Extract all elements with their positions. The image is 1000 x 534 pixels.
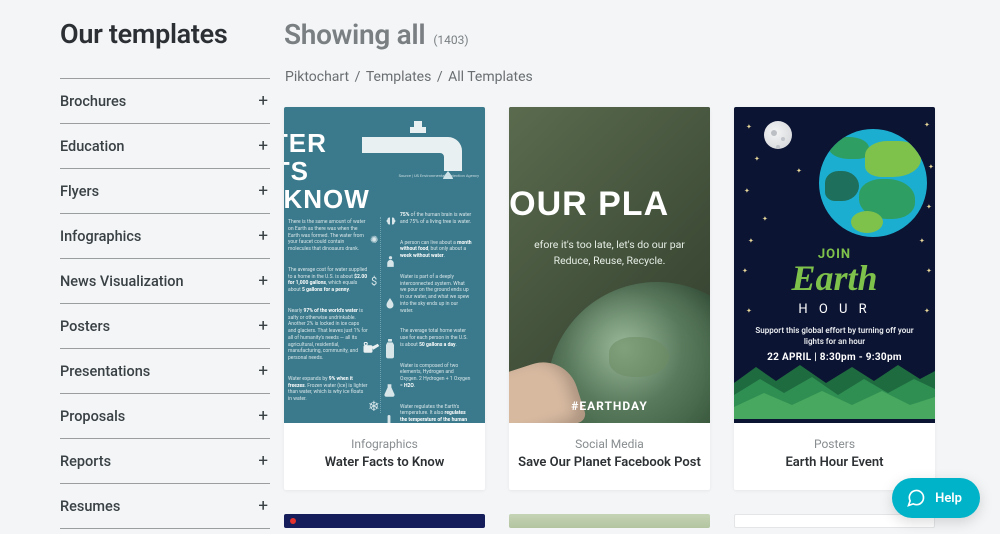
star-icon: ✦ bbox=[744, 187, 750, 195]
expand-icon: + bbox=[258, 91, 268, 111]
preview-subtext: efore it's too late, let's do our par Re… bbox=[509, 237, 710, 269]
sidebar-category-list: Brochures + Education + Flyers + Infographi… bbox=[60, 78, 270, 529]
expand-icon: + bbox=[258, 361, 268, 381]
moon-icon bbox=[764, 121, 792, 149]
sidebar-item-label: Proposals bbox=[60, 408, 125, 425]
star-icon: ✦ bbox=[748, 237, 754, 245]
star-icon: ✦ bbox=[762, 215, 768, 223]
template-category: Social Media bbox=[515, 437, 704, 451]
expand-icon: + bbox=[258, 496, 268, 516]
sidebar-item-proposals[interactable]: Proposals + bbox=[60, 394, 270, 439]
sidebar-item-flyers[interactable]: Flyers + bbox=[60, 169, 270, 214]
expand-icon: + bbox=[258, 451, 268, 471]
expand-icon: + bbox=[258, 271, 268, 291]
expand-icon: + bbox=[258, 136, 268, 156]
faucet-icon bbox=[362, 119, 466, 179]
brain-icon bbox=[385, 213, 397, 232]
sidebar-item-infographics[interactable]: Infographics + bbox=[60, 214, 270, 259]
breadcrumb-sep: / bbox=[437, 69, 443, 85]
sidebar-item-label: Brochures bbox=[60, 93, 126, 110]
template-card-earth-hour[interactable]: ✦ ✦ ✦ ✦ ✦ ✦ ✦ ✦ ✦ ✦ ✦ ✦ ✦ ✦ JOIN Earth H bbox=[734, 107, 935, 490]
breadcrumb-item[interactable]: Templates bbox=[366, 69, 432, 85]
sidebar-item-posters[interactable]: Posters + bbox=[60, 304, 270, 349]
template-preview: ATER CTS O KNOW Source | US Environmenta… bbox=[284, 107, 485, 423]
star-icon: ✦ bbox=[926, 203, 932, 211]
preview-text: CTS bbox=[284, 157, 370, 185]
expand-icon: + bbox=[258, 181, 268, 201]
sidebar-item-news-visualization[interactable]: News Visualization + bbox=[60, 259, 270, 304]
sidebar-item-label: Flyers bbox=[60, 183, 99, 200]
breadcrumb: Piktochart / Templates / All Templates bbox=[284, 69, 1000, 85]
template-title: Earth Hour Event bbox=[740, 455, 929, 470]
page-title: Showing all bbox=[284, 18, 425, 51]
sidebar-item-label: Resumes bbox=[60, 498, 120, 515]
sidebar-item-resumes[interactable]: Resumes + bbox=[60, 484, 270, 529]
preview-headline: E OUR PLA bbox=[509, 185, 669, 224]
bottle-icon bbox=[382, 339, 398, 363]
template-card-body: Infographics Water Facts to Know bbox=[284, 423, 485, 490]
droplet-icon bbox=[384, 295, 396, 314]
preview-text: ATER bbox=[284, 129, 370, 157]
expand-icon: + bbox=[258, 226, 268, 246]
earth-icon bbox=[819, 129, 927, 237]
template-card-save-our-planet[interactable]: E OUR PLA efore it's too late, let's do … bbox=[509, 107, 710, 490]
sidebar-item-label: Presentations bbox=[60, 363, 150, 380]
preview-earth-word: Earth bbox=[734, 257, 935, 299]
sidebar-title: Our templates bbox=[60, 18, 270, 50]
sidebar-item-label: Posters bbox=[60, 318, 110, 335]
main-header: Showing all (1403) bbox=[284, 18, 1000, 51]
star-icon: ✦ bbox=[924, 121, 930, 129]
template-card-partial[interactable] bbox=[509, 514, 710, 528]
expand-icon: + bbox=[258, 316, 268, 336]
snowflake-icon: ❄ bbox=[368, 399, 380, 415]
template-grid: ATER CTS O KNOW Source | US Environmenta… bbox=[284, 107, 1000, 528]
help-button[interactable]: Help bbox=[892, 478, 980, 518]
template-card-water-facts[interactable]: ATER CTS O KNOW Source | US Environmenta… bbox=[284, 107, 485, 490]
star-icon: ✦ bbox=[754, 155, 760, 163]
results-count: (1403) bbox=[433, 33, 468, 47]
sidebar-item-reports[interactable]: Reports + bbox=[60, 439, 270, 484]
sidebar-item-label: Reports bbox=[60, 453, 111, 470]
watering-can-icon bbox=[362, 341, 380, 360]
preview-body-left: There is the same amount of water on Ear… bbox=[288, 219, 368, 417]
preview-text: O KNOW bbox=[284, 185, 370, 213]
sidebar: Our templates Brochures + Education + Flye… bbox=[60, 18, 270, 529]
template-card-partial[interactable] bbox=[284, 514, 485, 528]
star-icon: ✦ bbox=[746, 123, 752, 131]
breadcrumb-item[interactable]: Piktochart bbox=[285, 69, 349, 85]
breadcrumb-sep: / bbox=[355, 69, 361, 85]
star-icon: ✦ bbox=[928, 163, 934, 171]
star-icon: ✦ bbox=[919, 237, 925, 245]
preview-source: Source | US Environmental Protection Age… bbox=[399, 173, 479, 178]
preview-hour: H O U R bbox=[734, 302, 935, 317]
breadcrumb-item[interactable]: All Templates bbox=[448, 69, 533, 85]
sidebar-item-brochures[interactable]: Brochures + bbox=[60, 79, 270, 124]
main-content: Showing all (1403) Piktochart / Template… bbox=[270, 18, 1000, 529]
template-title: Save Our Planet Facebook Post bbox=[515, 455, 704, 470]
template-preview: ✦ ✦ ✦ ✦ ✦ ✦ ✦ ✦ ✦ ✦ ✦ ✦ ✦ ✦ JOIN Earth H bbox=[734, 107, 935, 423]
star-icon: ✦ bbox=[796, 167, 802, 175]
virus-icon: ✺ bbox=[370, 235, 378, 246]
sidebar-item-label: Infographics bbox=[60, 228, 141, 245]
mountains-icon bbox=[734, 361, 935, 423]
sidebar-item-education[interactable]: Education + bbox=[60, 124, 270, 169]
help-label: Help bbox=[935, 491, 962, 506]
person-icon bbox=[384, 253, 397, 272]
template-category: Infographics bbox=[290, 437, 479, 451]
dollar-icon: $ bbox=[371, 275, 377, 288]
expand-icon: + bbox=[258, 406, 268, 426]
help-icon bbox=[906, 488, 926, 508]
preview-body-right: 75% of the human brain is water and 75% … bbox=[400, 212, 472, 423]
sidebar-item-presentations[interactable]: Presentations + bbox=[60, 349, 270, 394]
preview-hashtag: #EARTHDAY bbox=[509, 399, 710, 413]
sidebar-item-label: Education bbox=[60, 138, 125, 155]
template-category: Posters bbox=[740, 437, 929, 451]
template-title: Water Facts to Know bbox=[290, 455, 479, 470]
preview-support: Support this global effort by turning of… bbox=[748, 325, 921, 347]
thermometer-icon bbox=[384, 415, 394, 423]
sidebar-item-label: News Visualization bbox=[60, 273, 184, 290]
template-preview: E OUR PLA efore it's too late, let's do … bbox=[509, 107, 710, 423]
template-card-body: Social Media Save Our Planet Facebook Po… bbox=[509, 423, 710, 490]
flask-icon bbox=[382, 383, 397, 402]
